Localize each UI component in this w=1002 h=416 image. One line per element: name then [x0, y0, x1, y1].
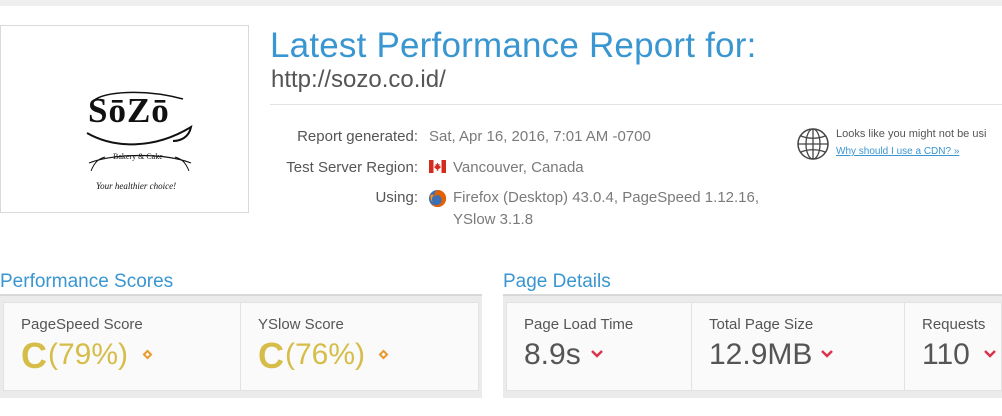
- pagespeed-score-card[interactable]: PageSpeed Score C (79%): [3, 302, 241, 391]
- report-url[interactable]: http://sozo.co.id/: [271, 66, 446, 94]
- page-load-time-card[interactable]: Page Load Time 8.9s: [506, 302, 692, 391]
- cdn-notice-text: Looks like you might not be usi: [836, 128, 987, 140]
- using-label: Using:: [375, 189, 418, 206]
- generated-label: Report generated:: [297, 128, 418, 145]
- total-page-size-card[interactable]: Total Page Size 12.9MB: [691, 302, 905, 391]
- total-page-size-value: 12.9MB: [709, 338, 813, 371]
- page-details-title: Page Details: [503, 271, 611, 292]
- load-time-down-arrow-icon: [591, 350, 603, 358]
- region-label: Test Server Region:: [286, 159, 418, 176]
- page-load-time-value: 8.9s: [524, 338, 581, 371]
- yslow-score-label: YSlow Score: [258, 316, 344, 333]
- page-load-time-label: Page Load Time: [524, 316, 634, 333]
- pagespeed-score-label: PageSpeed Score: [21, 316, 143, 333]
- report-title: Latest Performance Report for:: [270, 26, 757, 65]
- logo-wordmark: SōZō: [88, 91, 170, 130]
- sozo-logo: SōZō Bakery & Cake Your healthier choice…: [85, 71, 195, 201]
- yslow-trend-diamond-icon: [378, 349, 389, 360]
- pagespeed-grade: C: [21, 335, 47, 376]
- total-page-size-label: Total Page Size: [709, 316, 814, 333]
- header-divider: [270, 104, 1002, 105]
- top-divider: [0, 0, 1002, 6]
- canada-flag-icon: [429, 160, 446, 173]
- using-value-line1: Firefox (Desktop) 43.0.4, PageSpeed 1.12…: [453, 189, 760, 206]
- yslow-grade: C: [258, 335, 284, 376]
- requests-value: 110: [922, 338, 970, 371]
- requests-down-arrow-icon: [984, 350, 996, 358]
- logo-subtitle: Bakery & Cake: [113, 152, 163, 161]
- cdn-info-link[interactable]: Why should I use a CDN? »: [836, 146, 959, 157]
- firefox-icon: [428, 189, 447, 208]
- logo-tagline: Your healthier choice!: [96, 181, 177, 191]
- yslow-score-card[interactable]: YSlow Score C (76%): [240, 302, 479, 391]
- performance-scores-title: Performance Scores: [0, 271, 174, 292]
- pagespeed-percentage: (79%): [48, 338, 129, 371]
- yslow-percentage: (76%): [285, 338, 366, 371]
- globe-icon: [797, 128, 829, 160]
- page-size-down-arrow-icon: [821, 350, 833, 358]
- requests-card[interactable]: Requests 110: [904, 302, 1002, 391]
- pagespeed-trend-diamond-icon: [142, 349, 153, 360]
- site-logo-box: SōZō Bakery & Cake Your healthier choice…: [0, 25, 249, 213]
- region-value: Vancouver, Canada: [453, 159, 584, 176]
- using-value-line2: YSlow 3.1.8: [453, 211, 534, 228]
- generated-value: Sat, Apr 16, 2016, 7:01 AM -0700: [429, 128, 651, 145]
- requests-label: Requests: [922, 316, 986, 333]
